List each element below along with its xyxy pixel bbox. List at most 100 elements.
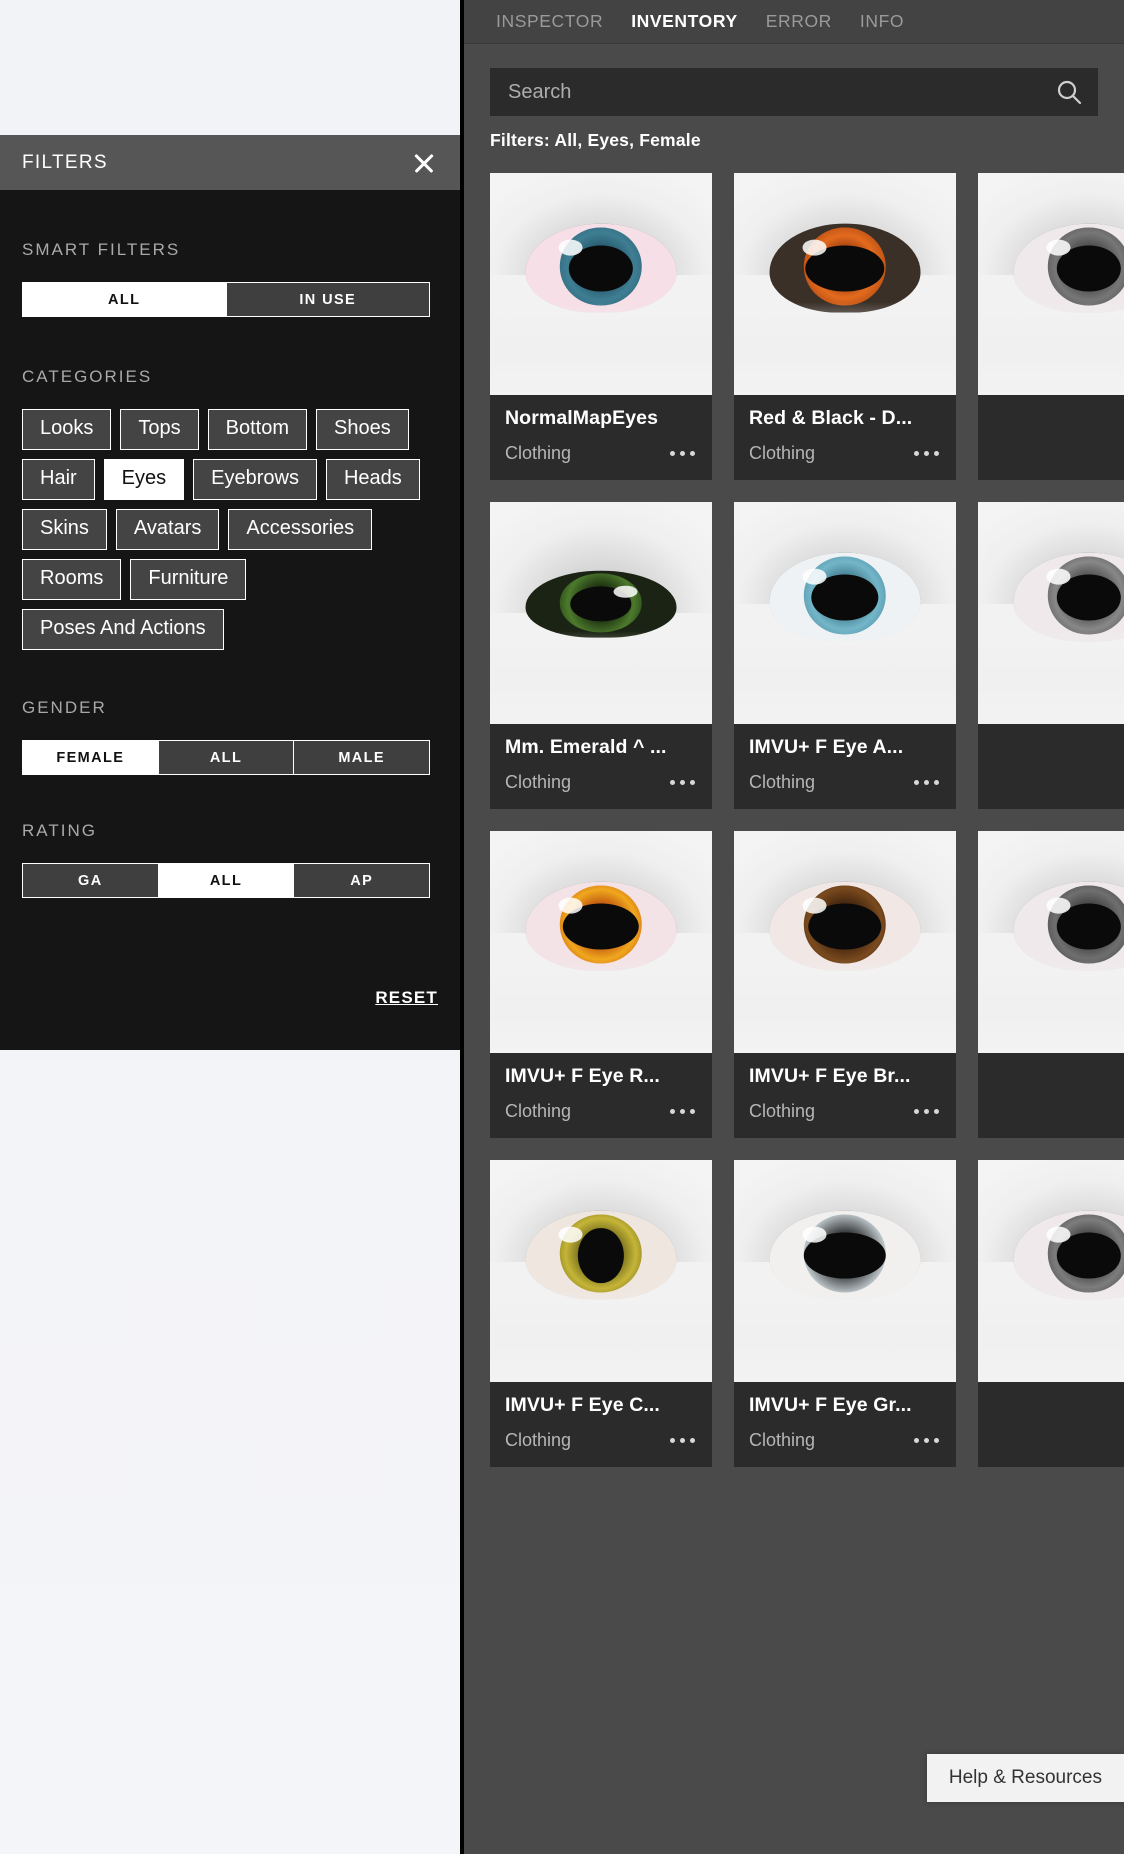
card-body: Mm. Emerald ^ ... Clothing [490,724,712,809]
inventory-card[interactable]: IMVU+ F Eye A... Clothing [734,502,956,809]
card-category: Clothing [749,1101,816,1121]
gender-all[interactable]: ALL [158,741,295,774]
more-options-icon[interactable] [912,776,941,789]
card-thumbnail [978,1160,1124,1382]
card-body: IMVU+ F Eye C... Clothing [490,1382,712,1467]
smart-filter-in-use[interactable]: IN USE [226,283,429,316]
gender-female[interactable]: FEMALE [23,741,159,774]
smart-filters-label: SMART FILTERS [22,240,181,259]
search-box[interactable] [490,68,1098,116]
category-chip-eyebrows[interactable]: Eyebrows [193,459,317,500]
card-body: IMVU+ F Eye R... Clothing [490,1053,712,1138]
more-options-icon[interactable] [912,1105,941,1118]
inventory-card[interactable] [978,831,1124,1138]
filters-panel: FILTERS SMART FILTERS ALL IN USE CATEGOR… [0,135,460,1050]
card-body [978,1382,1124,1436]
search-area [464,44,1124,116]
search-icon[interactable] [1056,79,1082,110]
card-body [978,1053,1124,1107]
card-thumbnail [734,173,956,395]
card-category: Clothing [749,443,816,463]
tab-inventory[interactable]: INVENTORY [617,11,752,32]
category-chip-tops[interactable]: Tops [120,409,199,450]
card-thumbnail [490,831,712,1053]
help-and-resources-tooltip[interactable]: Help & Resources [926,1754,1124,1802]
category-chip-looks[interactable]: Looks [22,409,112,450]
gender-male[interactable]: MALE [294,741,430,774]
tab-inspector[interactable]: INSPECTOR [482,11,617,32]
tab-error[interactable]: ERROR [752,11,846,32]
more-options-icon[interactable] [668,776,697,789]
inventory-card[interactable]: IMVU+ F Eye Br... Clothing [734,831,956,1138]
eye-artwork [769,882,921,971]
card-title: IMVU+ F Eye Br... [749,1065,911,1087]
rating-ga[interactable]: GA [23,864,159,897]
category-chip-avatars[interactable]: Avatars [115,509,220,550]
inventory-card[interactable] [978,173,1124,480]
category-chip-heads[interactable]: Heads [325,459,420,500]
card-body [978,724,1124,778]
card-category: Clothing [505,1430,572,1450]
card-title: IMVU+ F Eye R... [505,1065,660,1087]
category-chip-rooms[interactable]: Rooms [22,559,122,600]
card-body: IMVU+ F Eye Gr... Clothing [734,1382,956,1467]
card-body: IMVU+ F Eye Br... Clothing [734,1053,956,1138]
card-thumbnail [490,1160,712,1382]
inventory-card[interactable]: Mm. Emerald ^ ... Clothing [490,502,712,809]
more-options-icon[interactable] [912,447,941,460]
card-title: IMVU+ F Eye C... [505,1394,660,1416]
inventory-panel: INSPECTOR INVENTORY ERROR INFO Filters: … [460,0,1124,1854]
card-thumbnail [490,502,712,724]
card-thumbnail [978,173,1124,395]
card-title: IMVU+ F Eye A... [749,736,904,758]
eye-artwork [525,1211,677,1300]
inventory-card[interactable] [978,1160,1124,1467]
rating-all[interactable]: ALL [158,864,295,897]
inventory-card[interactable]: IMVU+ F Eye Gr... Clothing [734,1160,956,1467]
inventory-card[interactable]: IMVU+ F Eye R... Clothing [490,831,712,1138]
rating-ap[interactable]: AP [294,864,430,897]
more-options-icon[interactable] [668,447,697,460]
category-chip-furniture[interactable]: Furniture [130,559,247,600]
tab-bar: INSPECTOR INVENTORY ERROR INFO [464,0,1124,44]
category-chip-accessories[interactable]: Accessories [228,509,373,550]
card-title: Mm. Emerald ^ ... [505,736,667,758]
card-body: Red & Black - D... Clothing [734,395,956,480]
app-window: FILTERS SMART FILTERS ALL IN USE CATEGOR… [0,0,1124,1854]
eye-artwork [525,882,677,971]
card-thumbnail [978,831,1124,1053]
left-column: FILTERS SMART FILTERS ALL IN USE CATEGOR… [0,0,460,1854]
inventory-card[interactable] [978,502,1124,809]
category-chip-hair[interactable]: Hair [22,459,95,500]
category-chip-skins[interactable]: Skins [22,509,107,550]
inventory-card[interactable]: NormalMapEyes Clothing [490,173,712,480]
category-chip-shoes[interactable]: Shoes [315,409,409,450]
eye-artwork [769,553,921,642]
more-options-icon[interactable] [912,1434,941,1447]
categories-chip-list: Looks Tops Bottom Shoes Hair Eyes Eyebro… [22,409,434,650]
rating-label: RATING [22,821,97,840]
inventory-card[interactable]: Red & Black - D... Clothing [734,173,956,480]
card-category: Clothing [505,1101,572,1121]
card-category: Clothing [749,772,816,792]
inventory-card[interactable]: IMVU+ F Eye C... Clothing [490,1160,712,1467]
more-options-icon[interactable] [668,1105,697,1118]
category-chip-eyes[interactable]: Eyes [103,459,185,500]
filters-panel-body: SMART FILTERS ALL IN USE CATEGORIES Look… [0,190,460,1007]
reset-button[interactable]: RESET [375,988,438,1008]
more-options-icon[interactable] [668,1434,697,1447]
close-icon[interactable] [410,149,438,177]
search-input[interactable] [508,80,1080,104]
gender-segmented: FEMALE ALL MALE [22,740,430,775]
card-category: Clothing [749,1430,816,1450]
tab-info[interactable]: INFO [846,11,918,32]
smart-filter-all[interactable]: ALL [23,283,227,316]
card-body: IMVU+ F Eye A... Clothing [734,724,956,809]
category-chip-poses-and-actions[interactable]: Poses And Actions [22,609,224,650]
card-title: NormalMapEyes [505,407,659,429]
category-chip-bottom[interactable]: Bottom [207,409,307,450]
card-title: IMVU+ F Eye Gr... [749,1394,912,1416]
card-body [978,395,1124,449]
card-title: Red & Black - D... [749,407,913,429]
card-category: Clothing [505,772,572,792]
